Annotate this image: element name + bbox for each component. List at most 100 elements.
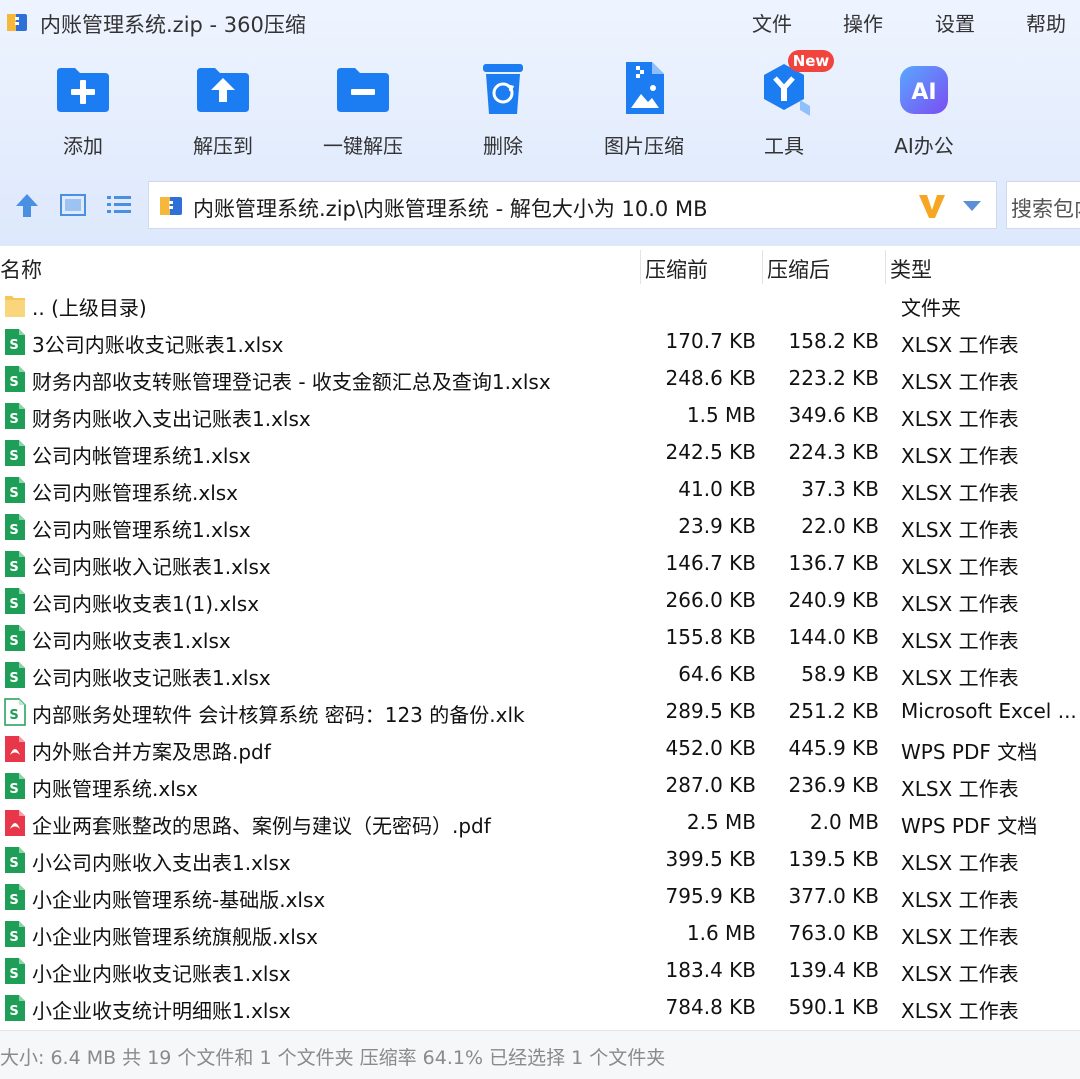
search-placeholder: 搜索包内 [1011, 197, 1080, 221]
svg-text:S: S [9, 708, 18, 723]
trash-icon [483, 64, 523, 114]
xlsx-file-icon: S [4, 846, 26, 874]
size-after: 763.0 KB [788, 921, 879, 945]
file-row[interactable]: 内外账合并方案及思路.pdf 452.0 KB 445.9 KB WPS PDF 文档 [0, 731, 1080, 768]
size-before: 784.8 KB [665, 995, 756, 1019]
one-click-extract-icon [337, 68, 389, 112]
size-after: 139.5 KB [788, 847, 879, 871]
column-name-header[interactable]: 名称 [0, 254, 42, 284]
add-button[interactable]: 添加 [28, 58, 138, 168]
file-type: 文件夹 [901, 296, 961, 320]
svg-text:S: S [9, 856, 18, 871]
file-row[interactable]: S 公司内账收入记账表1.xlsx 146.7 KB 136.7 KB XLSX 工作表 [0, 546, 1080, 583]
up-arrow-icon[interactable] [12, 190, 42, 220]
chevron-down-icon[interactable] [961, 196, 983, 216]
add-label: 添加 [63, 134, 103, 158]
file-row[interactable]: S 小企业收支统计明细账1.xlsx 784.8 KB 590.1 KB XLSX 工作… [0, 990, 1080, 1027]
column-divider[interactable] [885, 250, 886, 284]
list-view-icon[interactable] [104, 190, 134, 220]
delete-button[interactable]: 删除 [448, 58, 558, 168]
zip-archive-icon [160, 197, 182, 215]
file-name: 3公司内账收支记账表1.xlsx [32, 333, 284, 357]
size-before: 289.5 KB [665, 699, 756, 723]
address-bar[interactable]: 内账管理系统.zip\内账管理系统 - 解包大小为 10.0 MB [148, 181, 997, 229]
status-bar: 大小: 6.4 MB 共 19 个文件和 1 个文件夹 压缩率 64.1% 已经… [0, 1030, 1080, 1079]
menu-operation[interactable]: 操作 [843, 8, 883, 37]
parent-directory-row[interactable]: .. (上级目录) 文件夹 [0, 287, 1080, 324]
ai-office-label: AI办公 [894, 134, 954, 158]
file-type: XLSX 工作表 [901, 518, 1019, 542]
column-divider[interactable] [640, 250, 641, 284]
menu-file[interactable]: 文件 [752, 8, 792, 37]
size-after: 240.9 KB [788, 588, 879, 612]
svg-text:S: S [9, 338, 18, 353]
file-name: 公司内账收支表1(1).xlsx [32, 592, 260, 616]
svg-text:S: S [9, 634, 18, 649]
file-row[interactable]: S 公司内账收支记账表1.xlsx 64.6 KB 58.9 KB XLSX 工作表 [0, 657, 1080, 694]
size-after: 445.9 KB [788, 736, 879, 760]
file-row[interactable]: S 3公司内账收支记账表1.xlsx 170.7 KB 158.2 KB XLSX 工作… [0, 324, 1080, 361]
thumbnail-view-icon[interactable] [58, 190, 88, 220]
file-type: XLSX 工作表 [901, 407, 1019, 431]
add-folder-icon [57, 68, 109, 112]
size-before: 41.0 KB [678, 477, 756, 501]
svg-text:S: S [9, 523, 18, 538]
file-type: Microsoft Excel ... [901, 699, 1077, 723]
ai-office-button[interactable]: AI AI办公 [869, 58, 979, 168]
search-input[interactable]: 搜索包内 [1006, 181, 1080, 229]
file-name: 公司内账收支记账表1.xlsx [32, 666, 271, 690]
file-row[interactable]: S 公司内账管理系统1.xlsx 23.9 KB 22.0 KB XLSX 工作表 [0, 509, 1080, 546]
file-row[interactable]: S 内账管理系统.xlsx 287.0 KB 236.9 KB XLSX 工作表 [0, 768, 1080, 805]
size-after: 139.4 KB [788, 958, 879, 982]
file-type: WPS PDF 文档 [901, 814, 1038, 838]
menu-settings[interactable]: 设置 [935, 8, 975, 37]
size-after: 22.0 KB [801, 514, 879, 538]
column-after-header[interactable]: 压缩后 [767, 254, 830, 284]
size-after: 236.9 KB [788, 773, 879, 797]
xlsx-file-icon: S [4, 883, 26, 911]
size-after: 224.3 KB [788, 440, 879, 464]
file-row[interactable]: S 财务内部收支转账管理登记表 - 收支金额汇总及查询1.xlsx 248.6 KB… [0, 361, 1080, 398]
xlsx-file-icon: S [4, 624, 26, 652]
ai-icon-text: AI [911, 80, 936, 105]
file-row[interactable]: S 公司内账收支表1.xlsx 155.8 KB 144.0 KB XLSX 工作表 [0, 620, 1080, 657]
file-name: 企业两套账整改的思路、案例与建议（无密码）.pdf [32, 814, 491, 838]
address-path: 内账管理系统.zip\内账管理系统 - 解包大小为 10.0 MB [193, 197, 708, 221]
file-row[interactable]: S 小企业内账管理系统-基础版.xlsx 795.9 KB 377.0 KB XLSX … [0, 879, 1080, 916]
column-type-header[interactable]: 类型 [890, 254, 932, 284]
size-before: 64.6 KB [678, 662, 756, 686]
file-row[interactable]: S 公司内账收支表1(1).xlsx 266.0 KB 240.9 KB XLSX 工作… [0, 583, 1080, 620]
extract-to-button[interactable]: 解压到 [168, 58, 278, 168]
image-compress-button[interactable]: 图片压缩 [589, 58, 699, 168]
file-name: 内外账合并方案及思路.pdf [32, 740, 271, 764]
file-row[interactable]: S 公司内账管理系统.xlsx 41.0 KB 37.3 KB XLSX 工作表 [0, 472, 1080, 509]
size-after: 136.7 KB [788, 551, 879, 575]
size-before: 242.5 KB [665, 440, 756, 464]
file-row[interactable]: S 小企业内账管理系统旗舰版.xlsx 1.6 MB 763.0 KB XLSX 工作表 [0, 916, 1080, 953]
excel-backup-file-icon: S [4, 698, 26, 726]
column-divider[interactable] [762, 250, 763, 284]
svg-text:S: S [9, 671, 18, 686]
file-row[interactable]: S 公司内帐管理系统1.xlsx 242.5 KB 224.3 KB XLSX 工作表 [0, 435, 1080, 472]
svg-text:S: S [9, 412, 18, 427]
xlsx-file-icon: S [4, 661, 26, 689]
file-name: .. (上级目录) [32, 296, 147, 320]
vip-v-icon[interactable] [917, 192, 947, 220]
column-before-header[interactable]: 压缩前 [645, 254, 708, 284]
size-after: 2.0 MB [809, 810, 879, 834]
delete-label: 删除 [483, 134, 523, 158]
tools-button[interactable]: 工具 [729, 58, 839, 168]
file-row[interactable]: S 内部账务处理软件 会计核算系统 密码：123 的备份.xlk 289.5 KB 2… [0, 694, 1080, 731]
one-click-extract-button[interactable]: 一键解压 [308, 58, 418, 168]
title-bar: 内账管理系统.zip - 360压缩 文件 操作 设置 帮助 [0, 0, 1080, 44]
xlsx-file-icon: S [4, 402, 26, 430]
svg-text:S: S [9, 597, 18, 612]
file-row[interactable]: S 小公司内账收入支出表1.xlsx 399.5 KB 139.5 KB XLSX 工作… [0, 842, 1080, 879]
size-before: 183.4 KB [665, 958, 756, 982]
file-row[interactable]: 企业两套账整改的思路、案例与建议（无密码）.pdf 2.5 MB 2.0 MB WPS… [0, 805, 1080, 842]
file-name: 内部账务处理软件 会计核算系统 密码：123 的备份.xlk [32, 703, 525, 727]
file-row[interactable]: S 财务内账收入支出记账表1.xlsx 1.5 MB 349.6 KB XLSX 工作表 [0, 398, 1080, 435]
menu-help[interactable]: 帮助 [1026, 8, 1066, 37]
file-name: 财务内账收入支出记账表1.xlsx [32, 407, 311, 431]
file-row[interactable]: S 小企业内账收支记账表1.xlsx 183.4 KB 139.4 KB XLSX 工作… [0, 953, 1080, 990]
